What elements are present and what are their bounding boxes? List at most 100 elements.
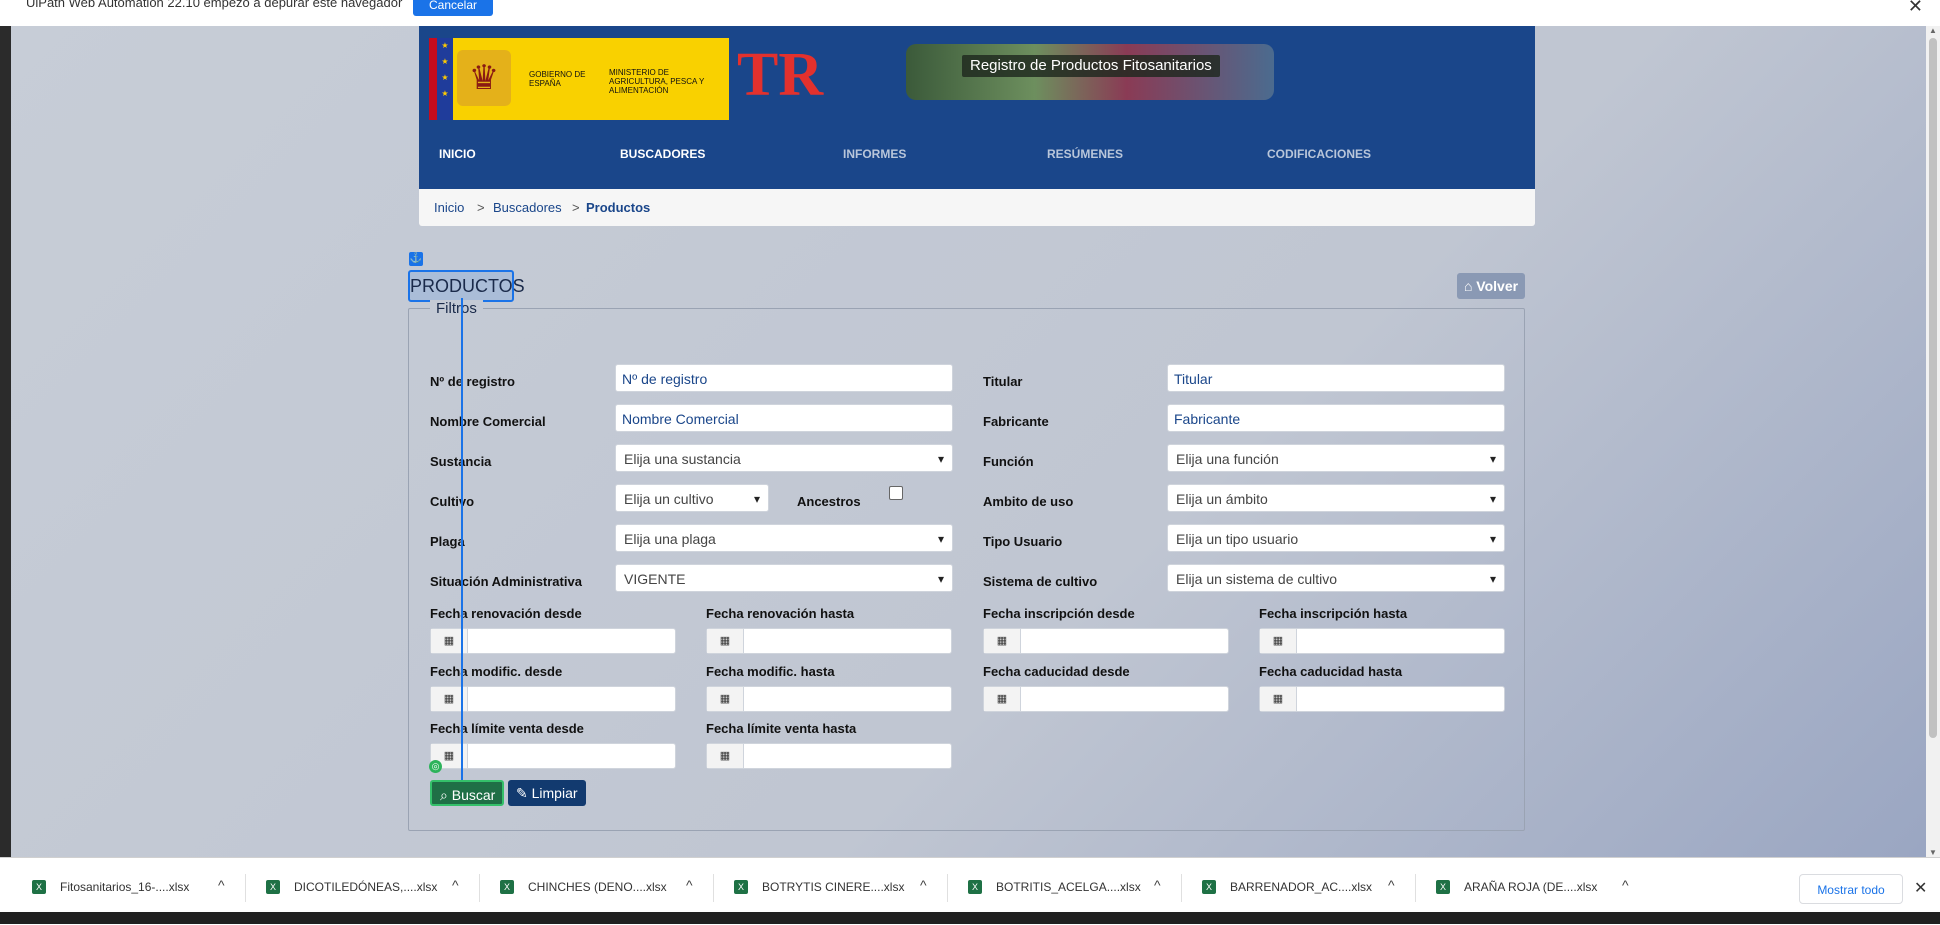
cancel-automation-button[interactable]: Cancelar <box>413 0 493 16</box>
cultivo-select[interactable]: Elija un cultivo ▾ <box>615 484 769 512</box>
recovery-plan-logo: TR <box>737 41 824 109</box>
breadcrumb-buscadores[interactable]: Buscadores <box>493 189 562 226</box>
close-icon[interactable]: ✕ <box>1908 0 1923 17</box>
tipo-usuario-label: Tipo Usuario <box>983 534 1063 549</box>
automation-notification-bar: UiPath Web Automation 22.10 empezó a dep… <box>0 0 1940 27</box>
breadcrumb-home[interactable]: Inicio <box>434 189 464 226</box>
tipo-usuario-select[interactable]: Elija un tipo usuario ▾ <box>1167 524 1505 552</box>
registro-input[interactable]: Nº de registro <box>615 364 953 392</box>
anchor-connector-line <box>461 298 463 783</box>
breadcrumb-separator: > <box>572 200 580 215</box>
download-item[interactable]: X ARAÑA ROJA (DE....xlsx ^ <box>1416 868 1650 908</box>
ambito-select-value: Elija un ámbito <box>1176 491 1268 507</box>
nav-codificaciones[interactable]: CODIFICACIONES <box>1267 134 1371 174</box>
calendar-icon[interactable]: ▦ <box>707 687 744 711</box>
plaga-select[interactable]: Elija una plaga ▾ <box>615 524 953 552</box>
site-header: ★ ★ ★ ★ ♛ GOBIERNO DE ESPAÑA MINISTERIO DE … <box>419 26 1535 189</box>
situacion-select[interactable]: VIGENTE ▾ <box>615 564 953 592</box>
fecha-modific-desde-input[interactable]: ▦ <box>430 686 676 712</box>
chevron-down-icon: ▾ <box>1489 532 1496 546</box>
download-item[interactable]: X BOTRITIS_ACELGA....xlsx ^ <box>948 868 1182 908</box>
fecha-inscripcion-hasta-input[interactable]: ▦ <box>1259 628 1505 654</box>
close-icon[interactable]: ✕ <box>1914 878 1927 898</box>
fecha-caducidad-desde-input[interactable]: ▦ <box>983 686 1229 712</box>
chevron-up-icon[interactable]: ^ <box>1388 877 1395 893</box>
excel-file-icon: X <box>734 880 748 894</box>
fecha-limite-venta-hasta-input[interactable]: ▦ <box>706 743 952 769</box>
chevron-down-icon: ▾ <box>1489 572 1496 586</box>
calendar-icon[interactable]: ▦ <box>1260 687 1297 711</box>
breadcrumb: Inicio > Buscadores > Productos <box>419 189 1535 226</box>
back-button-label: Volver <box>1476 278 1519 294</box>
automation-message: UiPath Web Automation 22.10 empezó a dep… <box>26 0 403 10</box>
chevron-down-icon: ▾ <box>937 532 944 546</box>
chevron-up-icon[interactable]: ^ <box>452 877 459 893</box>
clear-button[interactable]: ✎ Limpiar <box>508 780 586 806</box>
ambito-select[interactable]: Elija un ámbito ▾ <box>1167 484 1505 512</box>
download-item[interactable]: X BOTRYTIS CINERE....xlsx ^ <box>714 868 948 908</box>
nav-inicio[interactable]: INICIO <box>439 134 476 174</box>
back-button[interactable]: ⌂ Volver <box>1457 273 1525 299</box>
download-filename: CHINCHES (DENO....xlsx <box>528 880 667 894</box>
fecha-caducidad-hasta-input[interactable]: ▦ <box>1259 686 1505 712</box>
situacion-label: Situación Administrativa <box>430 574 582 589</box>
nav-resumenes[interactable]: RESÚMENES <box>1047 134 1123 174</box>
titular-input[interactable]: Titular <box>1167 364 1505 392</box>
chevron-up-icon[interactable]: ^ <box>1154 877 1161 893</box>
download-item[interactable]: X DICOTILEDÓNEAS,....xlsx ^ <box>246 868 480 908</box>
registry-banner[interactable]: Registro de Productos Fitosanitarios <box>906 44 1274 100</box>
chevron-up-icon[interactable]: ^ <box>686 877 693 893</box>
calendar-icon[interactable]: ▦ <box>707 744 744 768</box>
calendar-icon[interactable]: ▦ <box>984 629 1021 653</box>
situacion-select-value: VIGENTE <box>624 571 686 587</box>
chevron-up-icon[interactable]: ^ <box>920 877 927 893</box>
fecha-inscripcion-desde-input[interactable]: ▦ <box>983 628 1229 654</box>
sistema-cultivo-select[interactable]: Elija un sistema de cultivo ▾ <box>1167 564 1505 592</box>
calendar-icon[interactable]: ▦ <box>707 629 744 653</box>
download-filename: BOTRITIS_ACELGA....xlsx <box>996 880 1141 894</box>
chevron-down-icon: ▾ <box>1489 452 1496 466</box>
chevron-up-icon[interactable]: ^ <box>1622 877 1629 893</box>
chevron-up-icon[interactable]: ^ <box>218 877 225 893</box>
download-item[interactable]: X CHINCHES (DENO....xlsx ^ <box>480 868 714 908</box>
ministry-text: MINISTERIO DE AGRICULTURA, PESCA Y ALIME… <box>609 68 705 95</box>
fecha-renovacion-hasta-label: Fecha renovación hasta <box>706 606 855 621</box>
clear-button-label: Limpiar <box>531 785 578 801</box>
download-item[interactable]: X Fitosanitarios_16-....xlsx ^ <box>12 868 246 908</box>
calendar-icon[interactable]: ▦ <box>1260 629 1297 653</box>
fecha-limite-venta-desde-input[interactable]: ▦ <box>430 743 676 769</box>
chevron-down-icon: ▾ <box>937 452 944 466</box>
ambito-label: Ambito de uso <box>983 494 1074 509</box>
sistema-cultivo-label: Sistema de cultivo <box>983 574 1098 589</box>
search-button-label: Buscar <box>451 787 496 803</box>
nombre-comercial-input[interactable]: Nombre Comercial <box>615 404 953 432</box>
fecha-modific-hasta-input[interactable]: ▦ <box>706 686 952 712</box>
download-filename: Fitosanitarios_16-....xlsx <box>60 880 190 894</box>
fecha-caducidad-hasta-label: Fecha caducidad hasta <box>1259 664 1403 679</box>
scrollbar-thumb[interactable] <box>1929 38 1937 738</box>
nav-buscadores[interactable]: BUSCADORES <box>620 134 705 174</box>
fecha-renovacion-desde-input[interactable]: ▦ <box>430 628 676 654</box>
fabricante-input[interactable]: Fabricante <box>1167 404 1505 432</box>
download-item[interactable]: X BARRENADOR_AC....xlsx ^ <box>1182 868 1416 908</box>
excel-file-icon: X <box>266 880 280 894</box>
sustancia-select-value: Elija una sustancia <box>624 451 741 467</box>
fecha-renovacion-hasta-input[interactable]: ▦ <box>706 628 952 654</box>
vertical-scrollbar[interactable]: ▲ ▼ <box>1926 26 1940 857</box>
chevron-down-icon: ▾ <box>937 572 944 586</box>
coat-of-arms-icon: ♛ <box>457 50 511 106</box>
government-logo[interactable]: ★ ★ ★ ★ ♛ GOBIERNO DE ESPAÑA MINISTERIO DE … <box>429 38 729 120</box>
nav-informes[interactable]: INFORMES <box>843 134 906 174</box>
fecha-caducidad-desde-label: Fecha caducidad desde <box>983 664 1130 679</box>
funcion-label: Función <box>983 454 1034 469</box>
target-icon: ◎ <box>429 760 442 773</box>
funcion-select[interactable]: Elija una función ▾ <box>1167 444 1505 472</box>
scroll-down-icon[interactable]: ▼ <box>1929 848 1937 857</box>
ancestros-checkbox[interactable] <box>889 486 903 500</box>
show-all-downloads-button[interactable]: Mostrar todo <box>1799 874 1903 904</box>
sustancia-select[interactable]: Elija una sustancia ▾ <box>615 444 953 472</box>
calendar-icon[interactable]: ▦ <box>984 687 1021 711</box>
search-button[interactable]: ⌕ Buscar <box>430 780 504 806</box>
chevron-down-icon: ▾ <box>1489 492 1496 506</box>
scroll-up-icon[interactable]: ▲ <box>1929 26 1937 35</box>
